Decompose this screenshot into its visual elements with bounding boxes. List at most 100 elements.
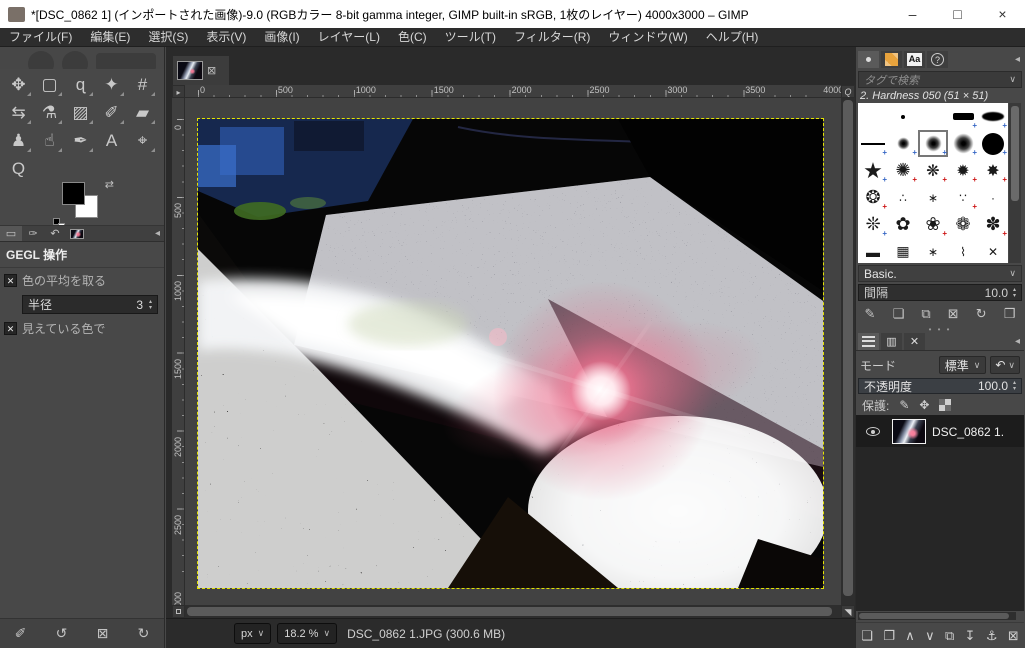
color-picker-tool[interactable]: ⌖ [127, 127, 158, 155]
brush-cell[interactable]: ▦ [888, 238, 918, 263]
channels-tab[interactable]: ▥ [881, 333, 902, 350]
horizontal-ruler[interactable]: 05001000150020002500300035004000 [185, 85, 841, 98]
images-tab[interactable] [66, 226, 88, 241]
collapse-dock-icon[interactable]: ◂ [1015, 54, 1020, 65]
image-layer-boundary[interactable] [198, 119, 823, 588]
brush-cell[interactable] [888, 103, 918, 130]
vertical-scrollbar-thumb[interactable] [843, 100, 853, 596]
brush-cell[interactable]: ✿ [888, 211, 918, 238]
lock-position-icon[interactable]: ✥ [919, 398, 929, 412]
reset-tool-options-button[interactable]: ↻ [132, 625, 156, 642]
transform-tool[interactable]: ⇆ [3, 99, 34, 127]
brush-cell[interactable]: + [978, 103, 1008, 130]
brush-cell[interactable]: ∗ [918, 184, 948, 211]
foreground-color-swatch[interactable] [62, 182, 85, 205]
brush-cell[interactable]: + [948, 103, 978, 130]
tool-options-tab[interactable]: ▭ [0, 226, 22, 241]
vertical-scrollbar[interactable] [841, 98, 855, 605]
swap-colors-icon[interactable]: ⇄ [105, 178, 114, 191]
brush-cell[interactable] [858, 103, 888, 130]
paths-tool[interactable]: ✒ [65, 127, 96, 155]
brush-cell[interactable]: ❊+ [858, 211, 888, 238]
smudge-tool[interactable]: ☝ [34, 127, 65, 155]
lock-alpha-icon[interactable] [939, 399, 951, 411]
anchor-layer-button[interactable]: ⚓ [986, 628, 998, 644]
menu-item-9[interactable]: ウィンドウ(W) [599, 28, 696, 47]
edit-brush-button[interactable]: ✎ [865, 306, 876, 322]
ruler-corner-menu-button[interactable]: ▸ [172, 85, 185, 98]
checkbox-icon[interactable]: ✕ [4, 274, 17, 287]
crop-tool[interactable]: # [127, 71, 158, 99]
new-brush-button[interactable]: ❏ [893, 306, 905, 322]
unit-dropdown[interactable]: px∨ [234, 623, 271, 644]
brush-cell[interactable]: ❀+ [918, 211, 948, 238]
canvas-viewport[interactable] [185, 98, 841, 605]
menu-item-4[interactable]: 画像(I) [255, 28, 308, 47]
brush-cell[interactable]: + [888, 130, 918, 157]
horizontal-scrollbar[interactable] [185, 605, 841, 618]
menu-item-7[interactable]: ツール(T) [436, 28, 505, 47]
minimize-button[interactable]: – [890, 0, 935, 28]
horizontal-scrollbar-thumb[interactable] [187, 607, 832, 616]
brush-grid-scrollbar-thumb[interactable] [1011, 106, 1019, 201]
brush-set-dropdown[interactable]: Basic. ∨ [858, 265, 1022, 282]
brush-cell[interactable]: ★+ [858, 157, 888, 184]
checkbox-icon[interactable]: ✕ [4, 322, 17, 335]
brush-cell-selected[interactable]: + [918, 130, 948, 157]
spacing-spinner[interactable]: ▴▾ [1009, 285, 1020, 300]
brush-cell[interactable]: ∗ [918, 238, 948, 263]
brush-cell[interactable]: ❂+ [858, 184, 888, 211]
layer-list-scrollbar[interactable] [858, 612, 1016, 620]
menu-item-8[interactable]: フィルター(R) [505, 28, 599, 47]
duplicate-layer-button[interactable]: ⧉ [945, 628, 954, 644]
eraser-tool[interactable]: ▰ [127, 99, 158, 127]
brush-cell[interactable]: ❋+ [918, 157, 948, 184]
collapse-dock-icon[interactable]: ◂ [1015, 336, 1020, 347]
fuzzy-select-tool[interactable]: ✦ [96, 71, 127, 99]
rectangle-select-tool[interactable]: ▢ [34, 71, 65, 99]
brush-cell[interactable]: ∴ [888, 184, 918, 211]
paintbrush-tool[interactable]: ✐ [96, 99, 127, 127]
delete-brush-button[interactable]: ⊠ [948, 306, 959, 322]
brush-cell[interactable] [918, 103, 948, 130]
free-select-tool[interactable]: ɋ [65, 71, 96, 99]
undo-history-tab[interactable]: ↶ [44, 226, 66, 241]
restore-tool-preset-button[interactable]: ↺ [50, 625, 74, 642]
menu-item-10[interactable]: ヘルプ(H) [697, 28, 768, 47]
brush-spacing-slider[interactable]: 間隔 10.0 ▴▾ [858, 284, 1022, 301]
zoom-tool[interactable]: Q [3, 155, 34, 183]
radius-spinner[interactable]: ▴▾ [145, 296, 156, 313]
delete-tool-preset-button[interactable]: ⊠ [91, 625, 115, 642]
delete-layer-button[interactable]: ⊠ [1008, 628, 1019, 644]
gradient-tool[interactable]: ▨ [65, 99, 96, 127]
raise-layer-button[interactable]: ∧ [905, 628, 915, 644]
menu-item-0[interactable]: ファイル(F) [0, 28, 81, 47]
zoom-image-when-window-resized-button[interactable]: Q [841, 85, 855, 98]
lock-pixels-icon[interactable]: ✎ [899, 398, 909, 412]
merge-down-button[interactable]: ↧ [965, 628, 976, 644]
layer-row[interactable]: DSC_0862 1. [856, 416, 1024, 447]
brush-cell[interactable]: ⌇ [948, 238, 978, 263]
navigation-preview-button[interactable]: ◥ [841, 605, 855, 618]
brush-cell[interactable]: ✽+ [978, 211, 1008, 238]
brush-search-input[interactable]: タグで検索 ∨ [858, 71, 1022, 88]
save-tool-preset-button[interactable]: ✐ [9, 625, 33, 642]
menu-item-6[interactable]: 色(C) [389, 28, 436, 47]
menu-item-2[interactable]: 選択(S) [139, 28, 197, 47]
quick-mask-toggle-button[interactable] [172, 605, 185, 618]
brush-grid-scrollbar[interactable] [1009, 103, 1021, 263]
wilber-drag-handle[interactable] [0, 47, 164, 69]
device-status-tab[interactable]: ✑ [22, 226, 44, 241]
maximize-button[interactable]: □ [935, 0, 980, 28]
new-layer-button[interactable]: ❏ [861, 628, 873, 644]
brush-cell[interactable]: ▬ [858, 238, 888, 263]
collapse-dock-icon[interactable]: ◂ [155, 228, 160, 239]
paths-tab[interactable]: ✕ [904, 333, 925, 350]
bucket-fill-tool[interactable]: ⚗ [34, 99, 65, 127]
clone-tool[interactable]: ♟ [3, 127, 34, 155]
layers-tab[interactable] [858, 333, 879, 350]
brush-cell[interactable]: ∵+ [948, 184, 978, 211]
open-brush-as-image-button[interactable]: ❒ [1004, 306, 1016, 322]
close-button[interactable]: × [980, 0, 1025, 28]
brush-cell[interactable]: ✺+ [888, 157, 918, 184]
